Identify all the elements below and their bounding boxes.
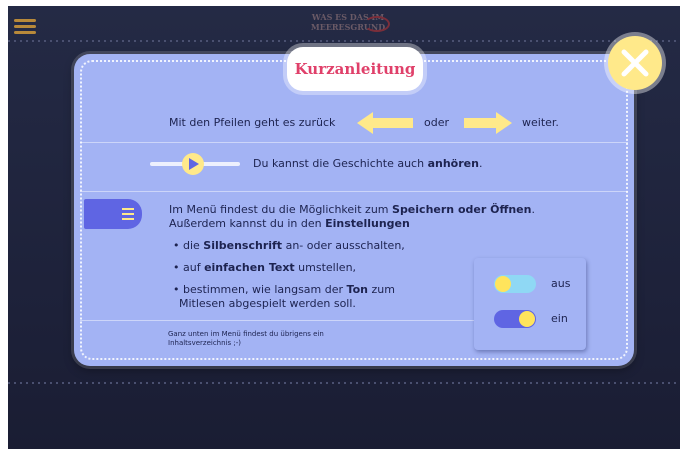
close-button[interactable] (608, 36, 662, 90)
menu-icon[interactable] (84, 199, 142, 229)
bullet-syllable: • die Silbenschrift an- oder ausschalten… (173, 239, 405, 252)
menu-line-2: Außerdem kannst du in den Einstellungen (169, 217, 410, 230)
close-icon (621, 49, 649, 77)
arrow-right-icon[interactable] (464, 112, 512, 134)
arrows-text-after: weiter. (522, 116, 559, 129)
play-icon[interactable] (150, 152, 240, 176)
bullet-audio-speed-line2: Mitlesen abgespielt werden soll. (179, 297, 356, 310)
toggle-on-label: ein (551, 312, 568, 325)
divider (8, 382, 680, 384)
audio-text: Du kannst die Geschichte auch anhören. (253, 157, 483, 170)
arrows-text-middle: oder (424, 116, 450, 129)
app-background: WAS ES DAS IM MEERESGRUND Mit den Pfeile… (8, 6, 680, 449)
audio-row: Du kannst die Geschichte auch anhören. (74, 152, 634, 176)
separator (80, 142, 628, 143)
toggle-off-example (494, 275, 536, 293)
hamburger-icon[interactable] (14, 16, 36, 37)
separator (80, 320, 484, 321)
arrow-left-icon[interactable] (357, 112, 413, 134)
toggle-on-example (494, 310, 536, 328)
help-dialog: Mit den Pfeilen geht es zurück oder weit… (74, 54, 634, 366)
toggle-legend: aus ein (474, 258, 586, 350)
toggle-off-label: aus (551, 277, 571, 290)
footer-line-1: Ganz unten im Menü findest du übrigens e… (168, 330, 324, 338)
bullet-audio-speed: • bestimmen, wie langsam der Ton zum (173, 283, 395, 296)
footer-note: Ganz unten im Menü findest du übrigens e… (168, 330, 324, 348)
divider (8, 40, 680, 42)
app-logo: WAS ES DAS IM MEERESGRUND (300, 12, 396, 42)
menu-line-1: Im Menü findest du die Möglichkeit zum S… (169, 203, 535, 216)
arrows-row: Mit den Pfeilen geht es zurück oder weit… (74, 112, 634, 134)
arrows-text-before: Mit den Pfeilen geht es zurück (169, 116, 336, 129)
bullet-simple-text: • auf einfachen Text umstellen, (173, 261, 357, 274)
dialog-title: Kurzanleitung (287, 47, 423, 91)
separator (80, 191, 628, 192)
footer-line-2: Inhaltsverzeichnis ;-) (168, 339, 241, 347)
